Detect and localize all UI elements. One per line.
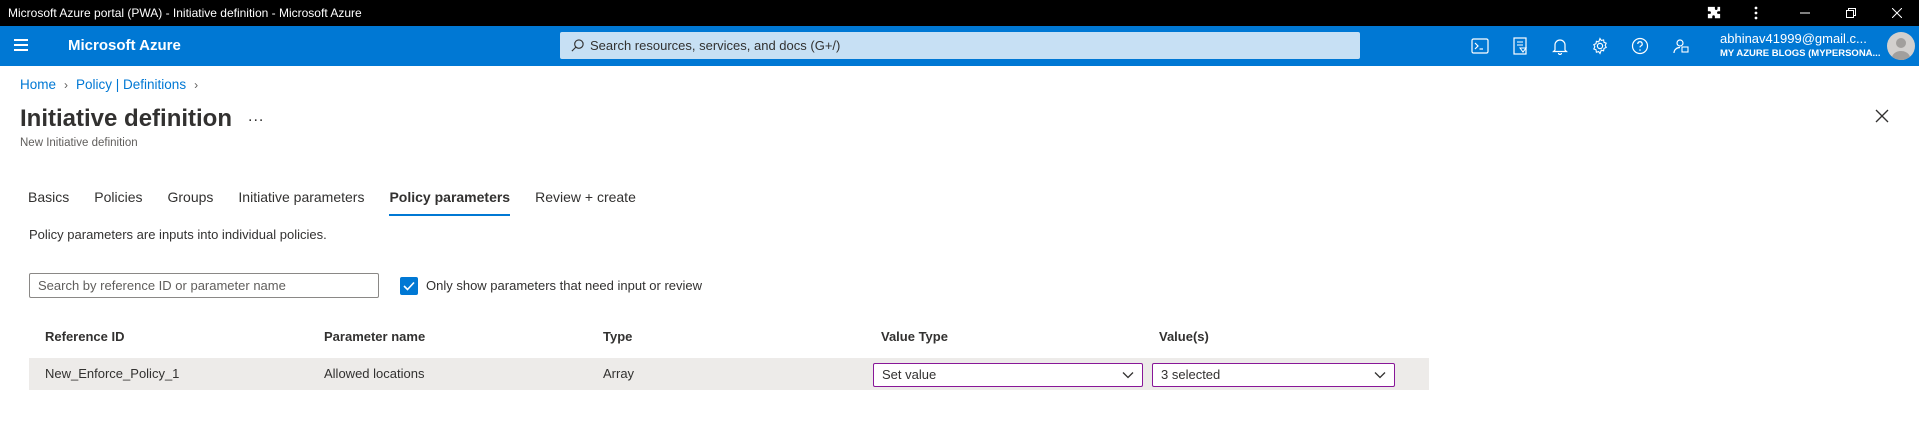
notifications-icon[interactable] bbox=[1550, 36, 1570, 56]
menu-icon[interactable] bbox=[14, 39, 28, 53]
tab-groups[interactable]: Groups bbox=[167, 186, 213, 216]
checkbox-label: Only show parameters that need input or … bbox=[426, 278, 703, 293]
parameter-search-input[interactable] bbox=[29, 273, 379, 298]
cell-type: Array bbox=[603, 366, 635, 381]
breadcrumb-policy-definitions[interactable]: Policy | Definitions bbox=[76, 76, 186, 94]
close-icon[interactable] bbox=[1874, 108, 1894, 128]
search-icon bbox=[571, 39, 584, 52]
directory-filter-icon[interactable] bbox=[1510, 36, 1530, 56]
column-header-value-type: Value Type bbox=[881, 329, 948, 344]
chevron-right-icon: › bbox=[194, 78, 199, 92]
extensions-icon[interactable] bbox=[1694, 0, 1734, 26]
value-type-selected: Set value bbox=[882, 367, 937, 382]
feedback-icon[interactable] bbox=[1670, 36, 1690, 56]
column-header-type: Type bbox=[603, 329, 633, 344]
values-selected: 3 selected bbox=[1161, 367, 1221, 382]
only-show-needed-checkbox[interactable]: Only show parameters that need input or … bbox=[400, 277, 702, 295]
table-header: Reference ID Parameter name Type Value T… bbox=[29, 329, 1429, 349]
column-header-values: Value(s) bbox=[1159, 329, 1209, 344]
tab-policy-parameters[interactable]: Policy parameters bbox=[389, 186, 510, 216]
more-vertical-icon[interactable] bbox=[1736, 0, 1776, 26]
section-description: Policy parameters are inputs into indivi… bbox=[29, 227, 327, 242]
tab-review-create[interactable]: Review + create bbox=[535, 186, 636, 216]
restore-icon[interactable] bbox=[1831, 0, 1871, 26]
value-type-dropdown[interactable]: Set value bbox=[873, 363, 1143, 387]
window-title: Microsoft Azure portal (PWA) - Initiativ… bbox=[8, 6, 362, 20]
breadcrumb: Home › Policy | Definitions › bbox=[20, 76, 206, 94]
account-email: abhinav41999@gmail.c... bbox=[1720, 31, 1867, 46]
global-search-input[interactable] bbox=[590, 32, 1350, 59]
chevron-down-icon bbox=[1122, 372, 1134, 379]
page-subtitle: New Initiative definition bbox=[20, 137, 138, 149]
cell-parameter-name: Allowed locations bbox=[324, 366, 425, 381]
portal-top-bar: Microsoft Azure abhinav41999@gmail.c... … bbox=[0, 26, 1919, 66]
close-window-icon[interactable] bbox=[1877, 0, 1917, 26]
chevron-right-icon: › bbox=[64, 78, 69, 92]
more-options-button[interactable]: ... bbox=[248, 108, 264, 126]
values-dropdown[interactable]: 3 selected bbox=[1152, 363, 1395, 387]
page-title: Initiative definition bbox=[20, 105, 233, 132]
global-search[interactable] bbox=[560, 32, 1360, 59]
avatar[interactable] bbox=[1887, 32, 1915, 60]
cloud-shell-icon[interactable] bbox=[1470, 36, 1490, 56]
chevron-down-icon bbox=[1374, 372, 1386, 379]
checkbox-checked[interactable] bbox=[400, 277, 418, 295]
help-icon[interactable] bbox=[1630, 36, 1650, 56]
tab-policies[interactable]: Policies bbox=[94, 186, 142, 216]
column-header-parameter-name: Parameter name bbox=[324, 329, 426, 344]
account-info[interactable]: abhinav41999@gmail.c... MY AZURE BLOGS (… bbox=[1720, 31, 1880, 61]
window-title-bar: Microsoft Azure portal (PWA) - Initiativ… bbox=[0, 0, 1919, 26]
checkmark-icon bbox=[403, 281, 415, 291]
brand-name[interactable]: Microsoft Azure bbox=[68, 36, 181, 56]
minimize-icon[interactable] bbox=[1785, 0, 1825, 26]
table-row[interactable]: New_Enforce_Policy_1 Allowed locations A… bbox=[29, 358, 1429, 390]
wizard-tabs: Basics Policies Groups Initiative parame… bbox=[28, 186, 661, 216]
column-header-reference-id: Reference ID bbox=[45, 329, 125, 344]
breadcrumb-home[interactable]: Home bbox=[20, 76, 56, 94]
settings-icon[interactable] bbox=[1590, 36, 1610, 56]
account-directory: MY AZURE BLOGS (MYPERSONA... bbox=[1720, 48, 1880, 59]
cell-reference-id: New_Enforce_Policy_1 bbox=[45, 366, 180, 381]
tab-basics[interactable]: Basics bbox=[28, 186, 69, 216]
tab-initiative-parameters[interactable]: Initiative parameters bbox=[238, 186, 364, 216]
